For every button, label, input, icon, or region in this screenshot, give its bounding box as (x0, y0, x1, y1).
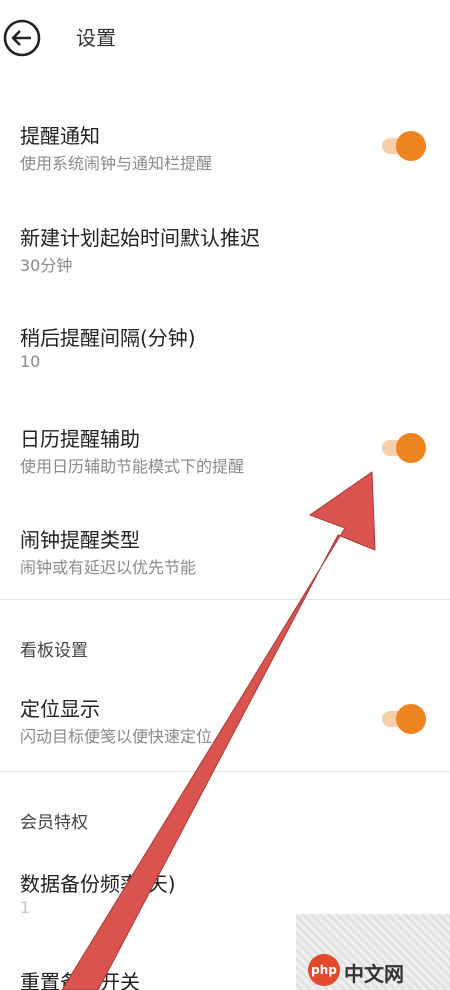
setting-title: 提醒通知 (20, 124, 100, 148)
toggle-thumb (396, 433, 426, 463)
setting-title: 数据备份频率(天) (20, 872, 176, 896)
setting-title: 日历提醒辅助 (20, 427, 140, 451)
setting-snooze-interval[interactable]: 稍后提醒间隔(分钟) 10 (0, 322, 450, 412)
php-logo-icon: php (308, 954, 340, 986)
setting-locate-display[interactable]: 定位显示 闪动目标便笺以便快速定位 (0, 693, 450, 783)
back-arrow-icon[interactable] (2, 18, 42, 58)
top-app-bar: 设置 (0, 0, 450, 72)
reminder-notification-toggle[interactable] (380, 131, 428, 161)
setting-subtitle: 使用系统闹钟与通知栏提醒 (20, 154, 213, 173)
watermark-text: 中文网 (344, 962, 404, 986)
section-header-board: 看板设置 (20, 641, 88, 661)
setting-title: 闹钟提醒类型 (20, 528, 140, 552)
setting-title: 新建计划起始时间默认推迟 (20, 226, 260, 250)
section-divider (0, 599, 450, 600)
setting-title: 重置备份开关 (20, 970, 140, 990)
setting-value: 10 (20, 352, 41, 371)
calendar-reminder-toggle[interactable] (380, 433, 428, 463)
section-header-member: 会员特权 (20, 813, 88, 833)
page-title: 设置 (76, 26, 116, 50)
section-divider (0, 771, 450, 772)
setting-value: 30分钟 (20, 256, 73, 275)
setting-subtitle: 使用日历辅助节能模式下的提醒 (20, 457, 245, 476)
locate-display-toggle[interactable] (380, 704, 428, 734)
toggle-thumb (396, 704, 426, 734)
setting-title: 稍后提醒间隔(分钟) (20, 326, 196, 350)
watermark: php 中文网 (296, 914, 450, 990)
setting-value: 1 (20, 898, 31, 917)
setting-default-delay[interactable]: 新建计划起始时间默认推迟 30分钟 (0, 222, 450, 312)
setting-subtitle: 闪动目标便笺以便快速定位 (20, 727, 213, 746)
toggle-thumb (396, 131, 426, 161)
setting-calendar-reminder[interactable]: 日历提醒辅助 使用日历辅助节能模式下的提醒 (0, 423, 450, 513)
setting-alarm-type[interactable]: 闹钟提醒类型 闹钟或有延迟以优先节能 (0, 524, 450, 614)
setting-subtitle: 闹钟或有延迟以优先节能 (20, 558, 197, 577)
setting-title: 定位显示 (20, 697, 100, 721)
setting-reminder-notification[interactable]: 提醒通知 使用系统闹钟与通知栏提醒 (0, 120, 450, 210)
